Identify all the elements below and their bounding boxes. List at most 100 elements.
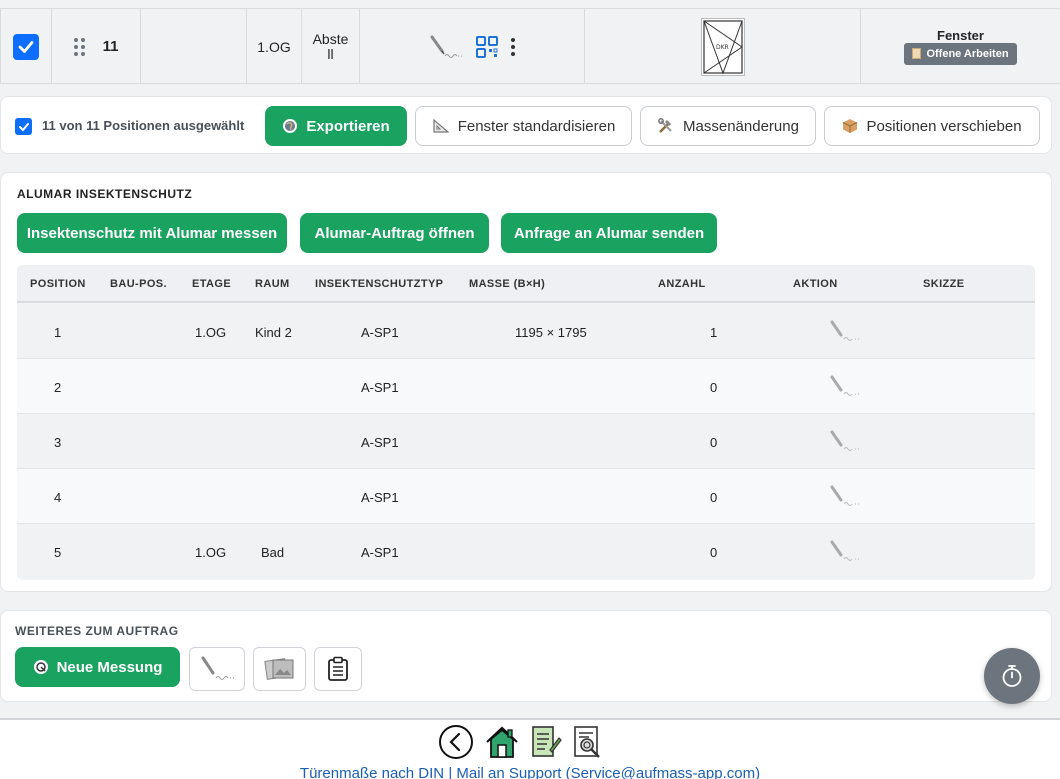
cell-count: 1	[710, 325, 718, 340]
notes-button[interactable]	[314, 647, 362, 691]
sketch-pencil-icon[interactable]	[429, 34, 463, 60]
footer-nav	[438, 724, 604, 760]
stopwatch-icon	[1002, 665, 1022, 687]
sketch-tool-button[interactable]	[189, 647, 245, 691]
footer-links: Türenmaße nach DIN | Mail an Support (Se…	[0, 765, 1060, 779]
row-checkbox-cell	[0, 8, 51, 84]
back-icon[interactable]	[438, 724, 474, 760]
checkmark-icon	[18, 122, 29, 131]
move-positions-button[interactable]: Positionen verschieben	[824, 106, 1040, 146]
clipboard-icon	[328, 656, 348, 681]
cell-etage: 1.OG	[195, 545, 227, 560]
edit-document-icon[interactable]	[530, 724, 562, 760]
sketch-pencil-icon	[201, 656, 234, 680]
cell-count: 0	[710, 435, 718, 450]
open-alumar-order-button[interactable]: Alumar-Auftrag öffnen	[300, 213, 489, 253]
checkmark-icon	[18, 40, 34, 53]
col-type: INSEKTENSCHUTZTYP	[315, 278, 444, 290]
new-measurement-label: Neue Messung	[56, 658, 163, 676]
edit-sketch-icon[interactable]	[829, 539, 861, 563]
standardize-windows-button[interactable]: Fenster standardisieren	[415, 106, 632, 146]
send-alumar-request-label: Anfrage an Alumar senden	[513, 224, 705, 242]
new-measurement-button[interactable]: Neue Messung	[15, 647, 180, 687]
cell-type: A-SP1	[361, 545, 399, 560]
col-position: POSITION	[30, 278, 86, 290]
raum-value: Abstell	[312, 30, 349, 62]
type-cell: Fenster Offene Arbeiten	[860, 8, 1060, 84]
sketch-cell: DKR	[584, 8, 860, 84]
select-all-checkbox[interactable]	[15, 118, 32, 135]
measure-with-alumar-button[interactable]: Insektenschutz mit Alumar messen	[17, 213, 287, 253]
type-label: Fenster	[937, 27, 984, 43]
standardize-label: Fenster standardisieren	[457, 117, 616, 135]
package-icon	[843, 119, 858, 133]
thumb-label: DKR	[716, 44, 729, 51]
search-document-icon[interactable]	[572, 724, 604, 760]
edit-sketch-icon[interactable]	[829, 484, 861, 508]
col-action: AKTION	[793, 278, 838, 290]
qr-scan-icon[interactable]	[475, 35, 499, 59]
clipboard-icon	[912, 48, 922, 59]
col-etage: ETAGE	[192, 278, 232, 290]
cell-type: A-SP1	[361, 435, 399, 450]
din-dimensions-link[interactable]: Türenmaße nach DIN	[300, 765, 444, 779]
edit-sketch-icon[interactable]	[829, 429, 861, 453]
window-sketch-thumbnail[interactable]: DKR	[700, 17, 745, 76]
cell-raum: Bad	[261, 545, 285, 560]
timer-fab-button[interactable]	[984, 648, 1040, 704]
send-alumar-request-button[interactable]: Anfrage an Alumar senden	[501, 213, 717, 253]
cell-position: 1	[54, 325, 62, 340]
more-options-icon[interactable]	[511, 37, 515, 56]
position-row: 11 1.OG Abstell DKR Fenster Offene Arbei…	[0, 0, 1060, 84]
photos-icon	[263, 658, 293, 680]
col-sketch: SKIZZE	[923, 278, 965, 290]
position-number: 11	[102, 38, 119, 55]
drag-handle-icon[interactable]	[73, 37, 85, 56]
measure-with-alumar-label: Insektenschutz mit Alumar messen	[26, 224, 278, 242]
table-row: 3 A-SP1 0	[17, 414, 1035, 469]
cell-position: 5	[54, 545, 62, 560]
cell-type: A-SP1	[361, 490, 399, 505]
further-order-section: WEITERES ZUM AUFTRAG Neue Messung	[0, 610, 1052, 702]
open-work-badge[interactable]: Offene Arbeiten	[904, 42, 1017, 65]
export-label: Exportieren	[306, 117, 390, 135]
mass-change-label: Massenänderung	[683, 117, 799, 135]
cell-raum: Kind 2	[255, 325, 292, 340]
bau-pos-cell	[140, 8, 246, 84]
drag-position-cell: 11	[51, 8, 140, 84]
move-positions-label: Positionen verschieben	[866, 117, 1022, 135]
table-row: 5 1.OG Bad A-SP1 0	[17, 524, 1035, 579]
cell-type: A-SP1	[361, 380, 399, 395]
open-alumar-order-label: Alumar-Auftrag öffnen	[314, 224, 475, 242]
edit-sketch-icon[interactable]	[829, 319, 861, 343]
support-mail-link[interactable]: Mail an Support (Service@aufmass-app.com…	[456, 765, 760, 779]
col-bau-pos: BAU-POS.	[110, 278, 167, 290]
selection-count-text: 11 von 11 Positionen ausgewählt	[42, 118, 245, 133]
etage-value: 1.OG	[257, 38, 291, 55]
export-button[interactable]: Exportieren	[265, 106, 407, 146]
col-count: ANZAHL	[658, 278, 706, 290]
footer-separator: |	[448, 765, 453, 779]
row-checkbox[interactable]	[13, 33, 39, 60]
tools-icon	[658, 118, 672, 133]
table-row: 1 1.OG Kind 2 A-SP1 1195 × 1795 1	[17, 304, 1035, 359]
etage-cell: 1.OG	[246, 8, 301, 84]
cell-count: 0	[710, 380, 718, 395]
edit-sketch-icon[interactable]	[829, 374, 861, 398]
cell-size: 1195 × 1795	[515, 325, 587, 340]
mass-change-button[interactable]: Massenänderung	[640, 106, 816, 146]
window-sketch-drawing: DKR	[702, 19, 743, 74]
triangle-ruler-icon	[433, 118, 450, 133]
table-row: 4 A-SP1 0	[17, 469, 1035, 524]
table-header: POSITION BAU-POS. ETAGE RAUM INSEKTENSCH…	[17, 265, 1035, 303]
cell-etage: 1.OG	[195, 325, 227, 340]
col-size: MASSE (B×H)	[469, 278, 546, 290]
cell-count: 0	[710, 490, 718, 505]
cell-position: 4	[54, 490, 62, 505]
globe-icon	[283, 119, 298, 133]
further-section-title: WEITERES ZUM AUFTRAG	[15, 624, 179, 638]
cell-type: A-SP1	[361, 325, 399, 340]
home-icon[interactable]	[484, 724, 520, 760]
photos-button[interactable]	[253, 647, 306, 691]
insect-protection-table: POSITION BAU-POS. ETAGE RAUM INSEKTENSCH…	[17, 265, 1035, 580]
